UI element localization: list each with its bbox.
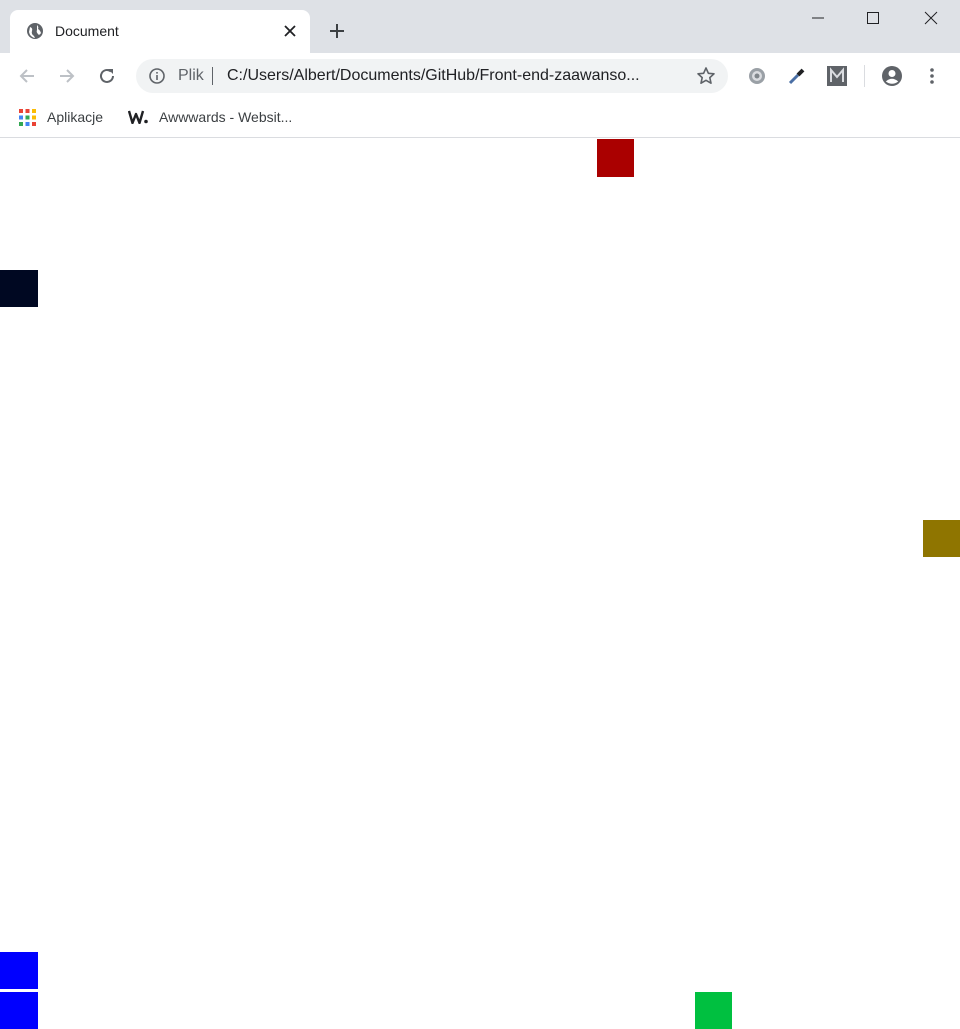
globe-icon [27,23,43,39]
bookmark-awwwards[interactable]: Awwwards - Websit... [128,106,292,128]
menu-kebab-icon[interactable] [921,65,943,87]
back-icon[interactable] [16,65,38,87]
url-text[interactable]: C:/Users/Albert/Documents/GitHub/Front-e… [227,67,689,85]
square-green [695,992,732,1029]
square-blue-1 [0,952,38,989]
plus-icon[interactable] [327,21,347,41]
toolbar: Plik C:/Users/Albert/Documents/GitHub/Fr… [0,53,960,98]
scheme-divider [212,67,213,85]
apps-grid-icon [19,108,36,126]
bookmarks-bar: Aplikacje Awwwards - Websit... [0,98,960,138]
reload-icon[interactable] [96,65,118,87]
square-olive [923,520,960,557]
gear-extension-icon[interactable] [746,65,768,87]
profile-icon[interactable] [881,65,903,87]
scheme-label: Plik [178,67,204,84]
toolbar-divider [864,65,865,87]
square-navy [0,270,38,307]
bookmark-label: Aplikacje [47,109,104,125]
bookmark-aplikacje[interactable]: Aplikacje [19,106,103,128]
tab-document[interactable]: Document [10,10,310,53]
maximize-icon[interactable] [863,8,883,28]
info-icon[interactable] [148,67,166,85]
square-red [597,139,634,177]
star-icon[interactable] [696,66,716,86]
bookmark-label: Awwwards - Websit... [159,109,293,125]
awwwards-logo-icon [128,110,148,124]
forward-icon[interactable] [56,65,78,87]
eyedropper-extension-icon[interactable] [786,65,808,87]
address-bar[interactable]: Plik C:/Users/Albert/Documents/GitHub/Fr… [136,59,728,93]
tab-title: Document [55,23,119,39]
square-blue-2 [0,992,38,1029]
close-icon[interactable] [921,8,941,28]
close-tab-icon[interactable] [282,23,298,39]
m-extension-icon[interactable] [826,65,848,87]
minimize-icon[interactable] [808,8,828,28]
page-viewport [0,139,960,1029]
tab-strip: Document [0,0,960,53]
